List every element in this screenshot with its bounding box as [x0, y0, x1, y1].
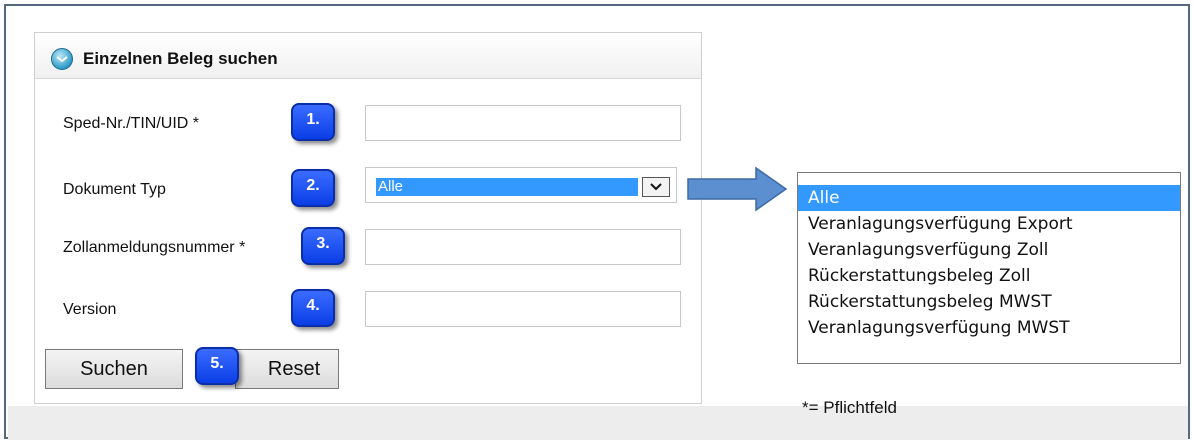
- right-arrow-icon: [687, 166, 788, 212]
- screenshot-frame: Einzelnen Beleg suchen Sped-Nr./TIN/UID …: [4, 4, 1190, 440]
- chevron-down-circle-icon[interactable]: [51, 48, 73, 70]
- dropdown-option-mwst[interactable]: Veranlagungsverfügung MWST: [798, 315, 1180, 341]
- dropdown-option-alle[interactable]: Alle: [798, 185, 1180, 211]
- reset-button[interactable]: Reset: [235, 349, 339, 389]
- dokument-typ-options-list: Alle Veranlagungsverfügung Export Veranlag…: [797, 172, 1181, 364]
- page-footer-band: [8, 406, 1188, 440]
- required-field-note: *= Pflichtfeld: [802, 398, 897, 417]
- dropdown-option-export[interactable]: Veranlagungsverfügung Export: [798, 211, 1180, 237]
- sped-nr-label: Sped-Nr./TIN/UID *: [63, 115, 200, 132]
- step-badge-1: 1.: [291, 103, 335, 141]
- version-input[interactable]: [365, 291, 681, 327]
- version-label: Version: [63, 301, 117, 318]
- step-badge-3: 3.: [301, 227, 345, 265]
- dropdown-option-rueckerstattung-mwst[interactable]: Rückerstattungsbeleg MWST: [798, 289, 1180, 315]
- step-badge-4: 4.: [291, 289, 335, 327]
- step-badge-5: 5.: [195, 347, 239, 385]
- step-badge-2: 2.: [291, 169, 335, 207]
- dropdown-option-zoll[interactable]: Veranlagungsverfügung Zoll: [798, 237, 1180, 263]
- dropdown-option-rueckerstattung-zoll[interactable]: Rückerstattungsbeleg Zoll: [798, 263, 1180, 289]
- zollanmeldungsnummer-input[interactable]: [365, 229, 681, 265]
- dokument-typ-label: Dokument Typ: [63, 181, 166, 198]
- dokument-typ-select[interactable]: Alle: [365, 167, 677, 203]
- page-margin: [8, 8, 24, 404]
- panel-header: Einzelnen Beleg suchen: [35, 33, 701, 79]
- search-button[interactable]: Suchen: [45, 349, 183, 389]
- panel-title: Einzelnen Beleg suchen: [83, 49, 278, 68]
- chevron-down-icon[interactable]: [642, 177, 670, 197]
- search-panel: Einzelnen Beleg suchen Sped-Nr./TIN/UID …: [34, 32, 702, 404]
- sped-nr-input[interactable]: [365, 105, 681, 141]
- zollanmeldungsnummer-label: Zollanmeldungsnummer *: [63, 239, 246, 256]
- dokument-typ-selected-value: Alle: [376, 178, 638, 196]
